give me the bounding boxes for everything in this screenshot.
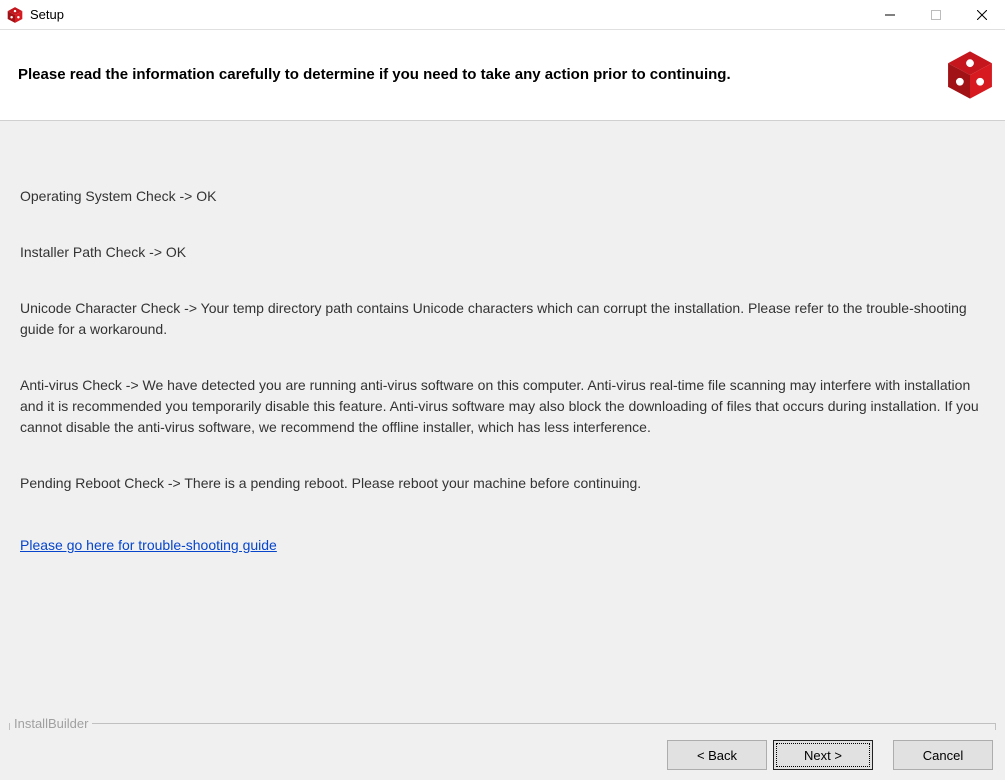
wizard-header: Please read the information carefully to… xyxy=(0,30,1005,121)
brand-cube-icon xyxy=(943,48,997,102)
cancel-button[interactable]: Cancel xyxy=(893,740,993,770)
window-title: Setup xyxy=(30,7,867,22)
header-instruction: Please read the information carefully to… xyxy=(18,65,731,85)
next-button[interactable]: Next > xyxy=(773,740,873,770)
back-button[interactable]: < Back xyxy=(667,740,767,770)
installbuilder-frame: InstallBuilder xyxy=(9,716,996,730)
minimize-button[interactable] xyxy=(867,0,913,30)
os-check-text: Operating System Check -> OK xyxy=(20,186,985,207)
installbuilder-label: InstallBuilder xyxy=(10,716,92,730)
window-controls xyxy=(867,0,1005,29)
troubleshooting-link[interactable]: Please go here for trouble-shooting guid… xyxy=(20,537,277,553)
close-button[interactable] xyxy=(959,0,1005,30)
antivirus-check-text: Anti-virus Check -> We have detected you… xyxy=(20,375,985,438)
wizard-footer: < Back Next > Cancel xyxy=(0,730,1005,780)
reboot-check-text: Pending Reboot Check -> There is a pendi… xyxy=(20,473,985,494)
path-check-text: Installer Path Check -> OK xyxy=(20,242,985,263)
app-cube-icon xyxy=(6,6,24,24)
titlebar: Setup xyxy=(0,0,1005,30)
maximize-button[interactable] xyxy=(913,0,959,30)
unicode-check-text: Unicode Character Check -> Your temp dir… xyxy=(20,298,985,340)
content-area: Operating System Check -> OK Installer P… xyxy=(0,121,1005,730)
